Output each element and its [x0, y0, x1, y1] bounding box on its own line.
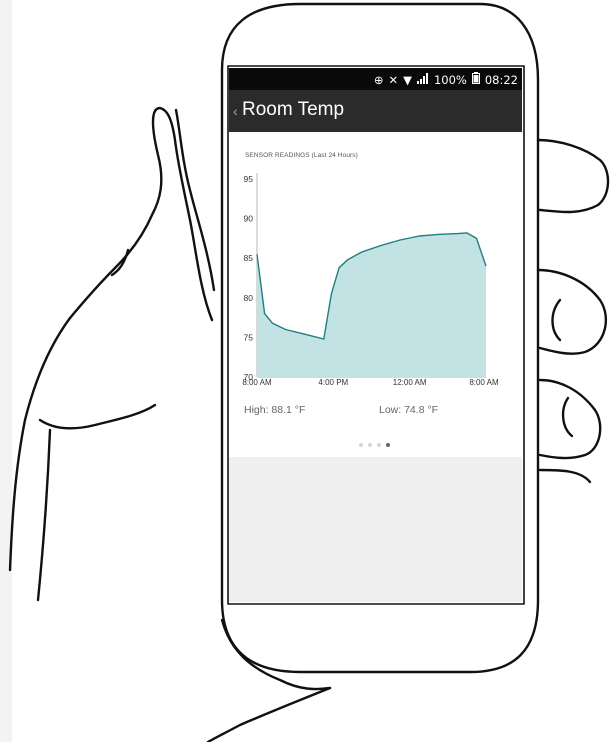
x-tick-label: 12:00 AM [393, 378, 427, 387]
page-indicator[interactable] [359, 443, 390, 447]
y-tick-label: 90 [244, 214, 254, 224]
status-time: 08:22 [484, 72, 518, 87]
signal-icon [416, 72, 429, 87]
y-tick-label: 80 [244, 293, 254, 303]
series-area [257, 232, 486, 377]
high-temp-label: High: 88.1 °F [244, 404, 306, 416]
y-tick-label: 75 [244, 332, 254, 342]
x-tick-label: 8:00 AM [469, 378, 499, 387]
battery-icon [471, 72, 480, 87]
x-tick-label: 8:00 AM [242, 378, 272, 387]
wifi-icon: ▼ [403, 72, 412, 87]
y-tick-label: 95 [244, 174, 254, 184]
page-dot[interactable] [359, 443, 363, 447]
low-temp-label: Low: 74.8 °F [379, 404, 439, 416]
sensor-card: SENSOR READINGS (Last 24 Hours) 70 75 80 85… [229, 132, 522, 457]
app-bar: ‹ Room Temp [229, 90, 522, 132]
page-dot[interactable] [377, 443, 381, 447]
x-tick-label: 4:00 PM [318, 378, 348, 387]
status-bar: ⊕ ✕ ▼ 100% 08:22 [229, 68, 522, 90]
page-dot[interactable] [368, 443, 372, 447]
page-dot[interactable] [386, 443, 390, 447]
mute-icon: ✕ [388, 72, 399, 87]
phone-screen: ⊕ ✕ ▼ 100% 08:22 ‹ Room Temp SENSOR READ… [229, 68, 522, 602]
battery-percent: 100% [433, 72, 467, 87]
chevron-left-icon[interactable]: ‹ [233, 103, 238, 119]
y-tick-label: 85 [244, 253, 254, 263]
data-saver-icon: ⊕ [373, 72, 384, 87]
page-title: Room Temp [242, 99, 345, 120]
status-icons: ⊕ ✕ ▼ 100% 08:22 [374, 72, 518, 87]
temperature-chart: 7075808590958:00 AM 4:00 PM 12:00 AM 8:00 A… [242, 173, 499, 387]
